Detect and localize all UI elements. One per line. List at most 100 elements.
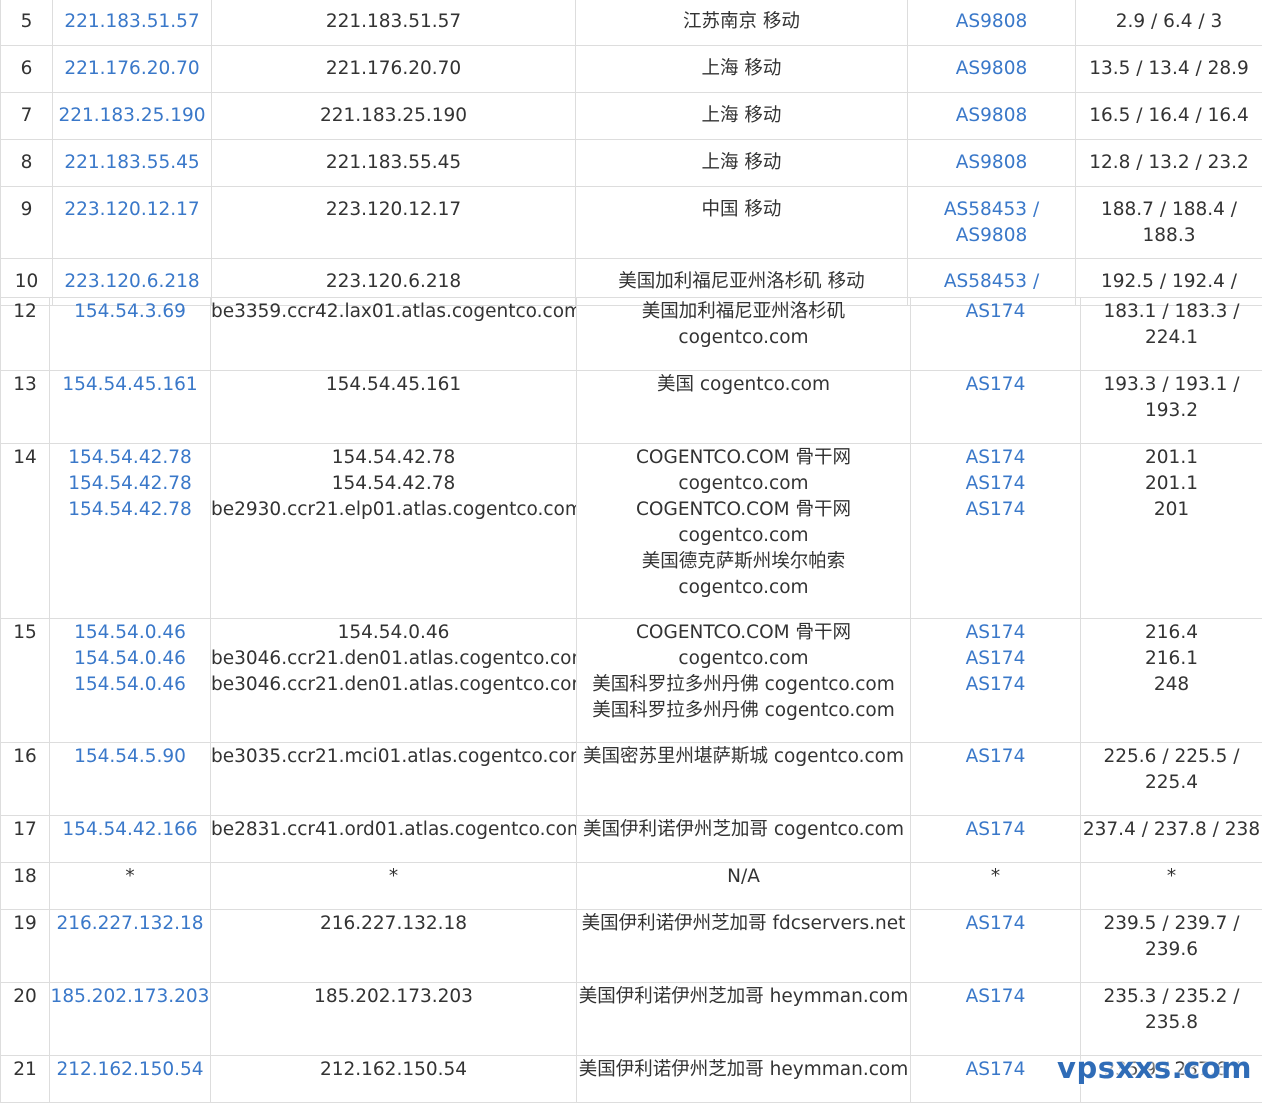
hop-ip-link[interactable]: 154.54.45.161 — [50, 372, 210, 398]
hop-latency-cell: 216.4216.1248 — [1081, 619, 1262, 743]
traceroute-table-upper: 5221.183.51.57221.183.51.57江苏南京 移动AS9808… — [0, 0, 1262, 306]
hop-asn-link[interactable]: AS174 — [911, 744, 1080, 770]
hop-hostname: be3046.ccr21.den01.atlas.cogentco.com — [211, 646, 576, 672]
hop-asn-link-cell: * — [911, 863, 1081, 910]
hop-hostname: 221.183.55.45 — [212, 150, 575, 176]
hop-row: 12154.54.3.69be3359.ccr42.lax01.atlas.co… — [1, 298, 1262, 371]
hop-location-cell: COGENTCO.COM 骨干网cogentco.comCOGENTCO.COM… — [577, 444, 911, 619]
hop-row: 14154.54.42.78154.54.42.78154.54.42.7815… — [1, 444, 1262, 619]
hop-number-cell: 7 — [1, 93, 53, 140]
hop-location: cogentco.com — [577, 523, 910, 549]
hop-ip-link-cell: 154.54.45.161 — [50, 371, 211, 444]
hop-location: cogentco.com — [577, 575, 910, 601]
hop-hostname: 154.54.0.46 — [211, 620, 576, 646]
hop-asn-link[interactable]: AS9808 — [908, 103, 1075, 129]
hop-ip-link[interactable]: 154.54.42.166 — [50, 817, 210, 843]
hop-number: 10 — [1, 269, 52, 295]
hop-asn-link[interactable]: AS174 — [911, 1057, 1080, 1083]
hop-hostname: be3359.ccr42.lax01.atlas.cogentco.com — [211, 299, 576, 325]
hop-hostname-cell: 221.183.51.57 — [212, 0, 576, 46]
hop-ip-link[interactable]: 154.54.3.69 — [50, 299, 210, 325]
hop-asn-link[interactable]: AS174 — [911, 620, 1080, 646]
hop-number: 9 — [1, 197, 52, 223]
hop-location: 美国伊利诺伊州芝加哥 cogentco.com — [577, 817, 910, 843]
hop-hostname: * — [211, 864, 576, 890]
hop-asn-link[interactable]: AS9808 — [908, 9, 1075, 35]
hop-latency: 16.5 / 16.4 / 16.4 — [1076, 103, 1262, 129]
hop-asn-link[interactable]: AS174 — [911, 817, 1080, 843]
hop-ip-link-cell: 223.120.12.17 — [53, 187, 212, 259]
hop-asn-link[interactable]: AS174 — [911, 911, 1080, 937]
hop-number: 16 — [1, 744, 49, 770]
hop-ip-link-cell: 154.54.42.166 — [50, 816, 211, 863]
hop-number: 21 — [1, 1057, 49, 1083]
hop-asn-link: * — [911, 864, 1080, 890]
hop-ip-link-cell: 185.202.173.203 — [50, 983, 211, 1056]
hop-ip-link-cell: 221.183.55.45 — [53, 140, 212, 187]
hop-ip-link[interactable]: 221.183.25.190 — [53, 103, 211, 129]
hop-number-cell: 21 — [1, 1056, 50, 1103]
hop-location-cell: 江苏南京 移动 — [576, 0, 908, 46]
hop-ip-link[interactable]: 216.227.132.18 — [50, 911, 210, 937]
hop-row: 7221.183.25.190221.183.25.190上海 移动AS9808… — [1, 93, 1262, 140]
hop-asn-link[interactable]: AS174 — [911, 984, 1080, 1010]
hop-asn-link[interactable]: AS174 — [911, 471, 1080, 497]
hop-row: 18**N/A** — [1, 863, 1262, 910]
hop-latency-cell: * — [1081, 863, 1262, 910]
hop-row: 13154.54.45.161154.54.45.161美国 cogentco.… — [1, 371, 1262, 444]
hop-latency-cell: 188.7 / 188.4 /188.3 — [1076, 187, 1262, 259]
hop-ip-link[interactable]: 185.202.173.203 — [50, 984, 210, 1010]
hop-hostname-cell: 221.183.55.45 — [212, 140, 576, 187]
hop-latency-cell: 193.3 / 193.1 /193.2 — [1081, 371, 1262, 444]
hop-hostname-cell: 223.120.12.17 — [212, 187, 576, 259]
hop-location: COGENTCO.COM 骨干网 — [577, 497, 910, 523]
hop-asn-link[interactable]: AS174 — [911, 372, 1080, 398]
hop-location-cell: 中国 移动 — [576, 187, 908, 259]
hop-asn-link[interactable]: AS174 — [911, 672, 1080, 698]
hop-ip-link[interactable]: 154.54.0.46 — [50, 672, 210, 698]
hop-ip-link[interactable]: 154.54.42.78 — [50, 497, 210, 523]
hop-ip-link[interactable]: 223.120.12.17 — [53, 197, 211, 223]
hop-latency: 239.5 / 239.7 / — [1081, 911, 1262, 937]
hop-row: 15154.54.0.46154.54.0.46154.54.0.46154.5… — [1, 619, 1262, 743]
hop-latency-cell: 183.1 / 183.3 /224.1 — [1081, 298, 1262, 371]
hop-asn-link[interactable]: AS9808 — [908, 150, 1075, 176]
hop-latency-cell: 239.5 / 239.7 /239.6 — [1081, 910, 1262, 983]
hop-asn-link[interactable]: AS58453 / — [908, 197, 1075, 223]
hop-asn-link[interactable]: AS174 — [911, 497, 1080, 523]
hop-ip-link[interactable]: 212.162.150.54 — [50, 1057, 210, 1083]
hop-latency: 2.9 / 6.4 / 3 — [1076, 9, 1262, 35]
hop-ip-link[interactable]: 154.54.42.78 — [50, 445, 210, 471]
hop-asn-link[interactable]: AS174 — [911, 646, 1080, 672]
hop-asn-link[interactable]: AS9808 — [908, 56, 1075, 82]
hop-asn-link[interactable]: AS174 — [911, 299, 1080, 325]
hop-ip-link-cell: 212.162.150.54 — [50, 1056, 211, 1103]
hop-hostname-cell: 212.162.150.54 — [211, 1056, 577, 1103]
hop-ip-link[interactable]: 154.54.42.78 — [50, 471, 210, 497]
hop-latency: 12.8 / 13.2 / 23.2 — [1076, 150, 1262, 176]
hop-number: 18 — [1, 864, 49, 890]
hop-hostname: be2930.ccr21.elp01.atlas.cogentco.com — [211, 497, 576, 523]
hop-location-cell: 上海 移动 — [576, 46, 908, 93]
hop-location: 美国 cogentco.com — [577, 372, 910, 398]
hop-ip-link[interactable]: 223.120.6.218 — [53, 269, 211, 295]
hop-latency: 188.7 / 188.4 / — [1076, 197, 1262, 223]
hop-ip-link[interactable]: 154.54.0.46 — [50, 620, 210, 646]
hop-asn-link[interactable]: AS58453 / — [908, 269, 1075, 295]
hop-asn-link-cell: AS174 — [911, 816, 1081, 863]
hop-ip-link[interactable]: 221.176.20.70 — [53, 56, 211, 82]
hop-row: 9223.120.12.17223.120.12.17中国 移动AS58453 … — [1, 187, 1262, 259]
hop-row: 19216.227.132.18216.227.132.18美国伊利诺伊州芝加哥… — [1, 910, 1262, 983]
hop-ip-link[interactable]: 221.183.51.57 — [53, 9, 211, 35]
hop-asn-link[interactable]: AS174 — [911, 445, 1080, 471]
hop-location-cell: 上海 移动 — [576, 140, 908, 187]
hop-asn-link[interactable]: AS9808 — [908, 223, 1075, 249]
hop-number-cell: 18 — [1, 863, 50, 910]
hop-ip-link[interactable]: 154.54.5.90 — [50, 744, 210, 770]
hop-hostname-cell: 154.54.45.161 — [211, 371, 577, 444]
hop-location: 江苏南京 移动 — [576, 9, 907, 35]
hop-hostname-cell: 154.54.42.78154.54.42.78be2930.ccr21.elp… — [211, 444, 577, 619]
hop-ip-link[interactable]: 221.183.55.45 — [53, 150, 211, 176]
hop-latency: 235.3 / 235.2 / — [1081, 984, 1262, 1010]
hop-ip-link[interactable]: 154.54.0.46 — [50, 646, 210, 672]
